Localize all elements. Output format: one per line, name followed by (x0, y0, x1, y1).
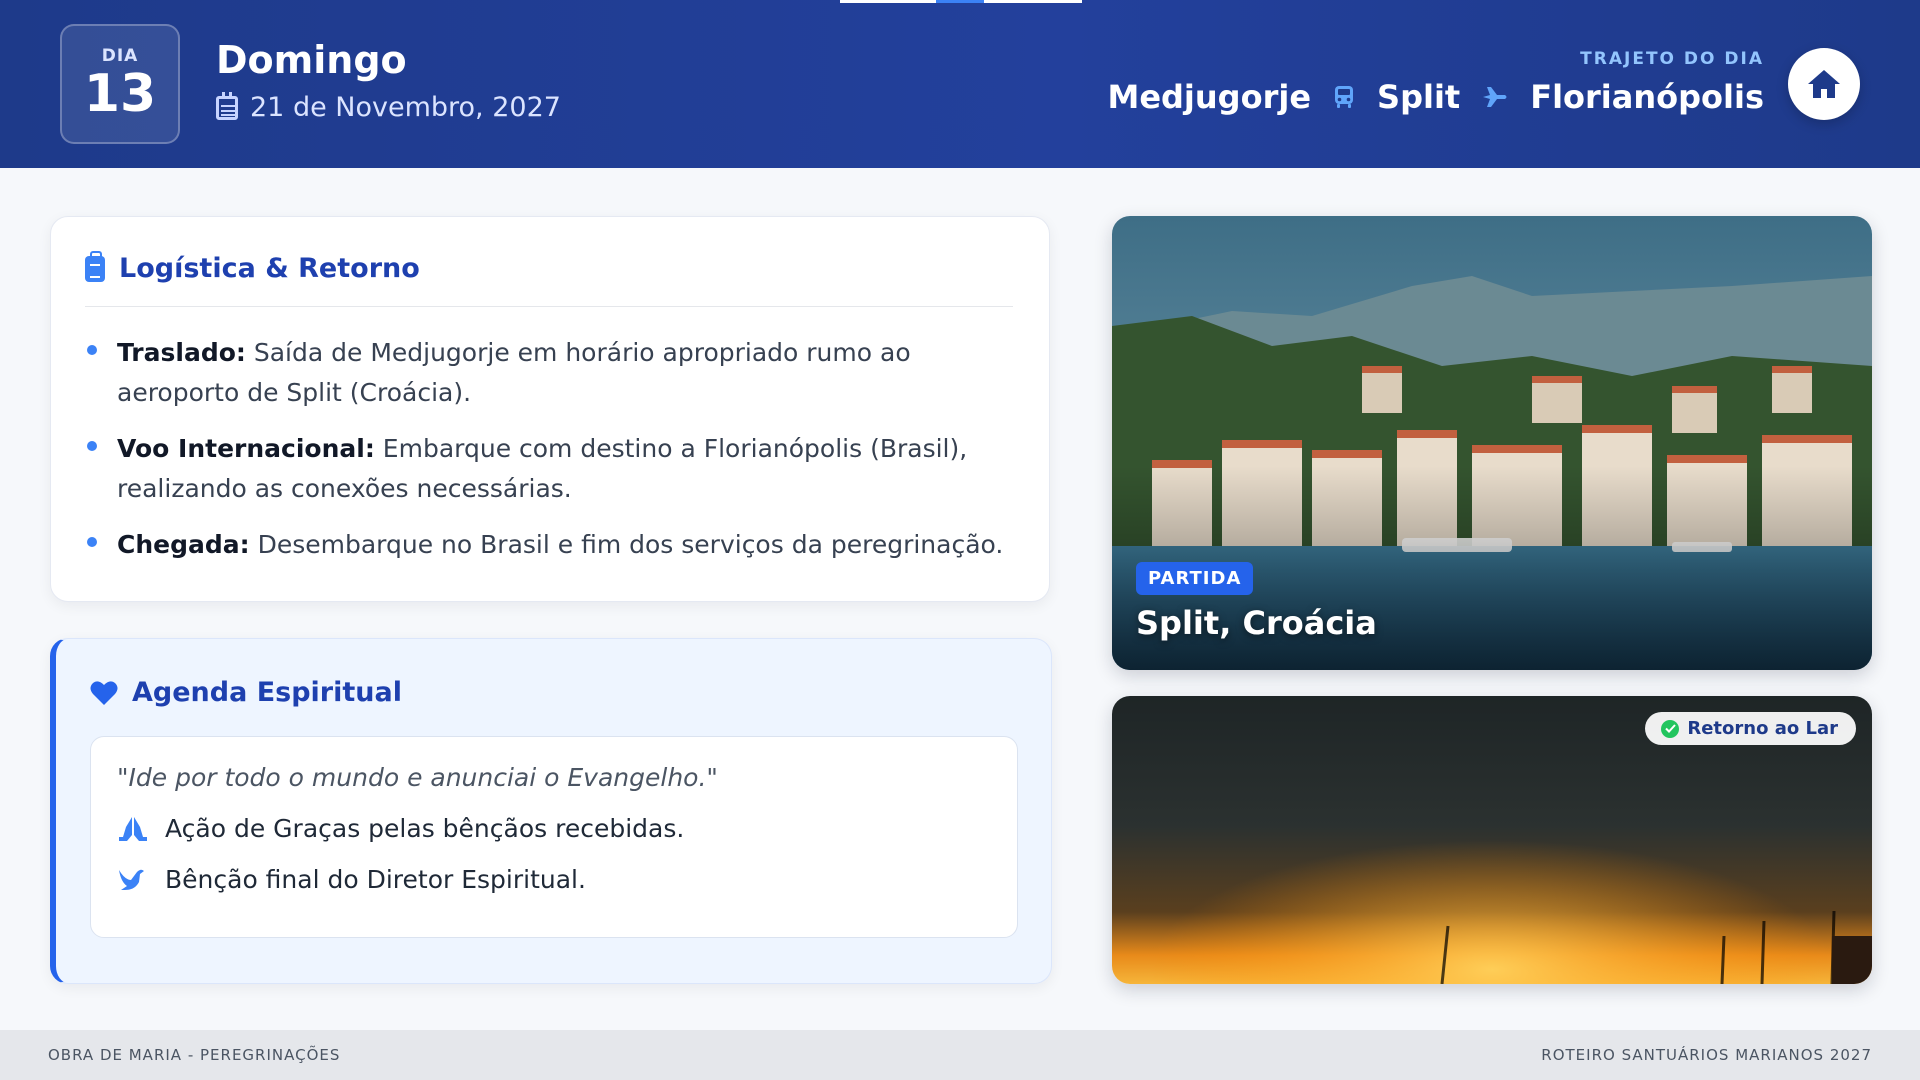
logistics-card: Logística & Retorno Traslado: Saída de M… (50, 216, 1050, 602)
home-icon (1808, 70, 1840, 98)
agenda-item-text: Ação de Graças pelas bênçãos recebidas. (165, 814, 685, 843)
agenda-title: Agenda Espiritual (90, 677, 1015, 708)
logistics-list: Traslado: Saída de Medjugorje em horário… (85, 333, 1013, 565)
scripture-quote: "Ide por todo o mundo e anunciai o Evang… (117, 763, 718, 792)
agenda-box: "Ide por todo o mundo e anunciai o Evang… (90, 736, 1018, 938)
day-header: DIA 13 Domingo 21 de Novembro, 2027 TRAJ… (0, 0, 1920, 168)
luggage-icon (85, 250, 105, 282)
plane-icon (1482, 85, 1508, 109)
split-photo-card: PARTIDA Split, Croácia (1112, 216, 1872, 670)
item-text: Desembarque no Brasil e fim dos serviços… (257, 530, 1004, 559)
list-item: Voo Internacional: Embarque com destino … (85, 429, 1013, 509)
item-label: Voo Internacional: (117, 434, 375, 463)
agenda-card: Agenda Espiritual "Ide por todo o mundo … (50, 638, 1052, 984)
day-badge: DIA 13 (60, 24, 180, 144)
day-number: 13 (83, 64, 157, 124)
status-text: Retorno ao Lar (1687, 718, 1838, 739)
check-circle-icon (1661, 719, 1680, 738)
route-from: Medjugorje (1107, 78, 1312, 116)
agenda-item-text: Bênção final do Diretor Espiritual. (165, 865, 586, 894)
agenda-item: Ação de Graças pelas bênçãos recebidas. (117, 814, 991, 843)
departure-badge: PARTIDA (1136, 562, 1254, 595)
agenda-item: Bênção final do Diretor Espiritual. (117, 865, 991, 894)
footer: OBRA DE MARIA - PEREGRINAÇÕES ROTEIRO SA… (0, 1030, 1920, 1080)
agenda-title-text: Agenda Espiritual (132, 677, 402, 708)
route: Medjugorje Split Florianópolis (1107, 78, 1764, 116)
route-label: TRAJETO DO DIA (1580, 49, 1764, 69)
list-item: Traslado: Saída de Medjugorje em horário… (85, 333, 1013, 413)
item-label: Traslado: (117, 338, 246, 367)
date-text: 21 de Novembro, 2027 (250, 92, 561, 123)
progress-indicator (840, 0, 1082, 3)
item-label: Chegada: (117, 530, 250, 559)
footer-left: OBRA DE MARIA - PEREGRINAÇÕES (48, 1046, 341, 1064)
day-name: Domingo (216, 38, 407, 82)
bus-icon (1333, 85, 1355, 109)
logistics-title: Logística & Retorno (85, 250, 1013, 307)
footer-right: ROTEIRO SANTUÁRIOS MARIANOS 2027 (1541, 1046, 1872, 1064)
heart-icon (90, 680, 118, 705)
praying-hands-icon (117, 815, 149, 843)
day-date: 21 de Novembro, 2027 (216, 91, 561, 123)
calendar-icon (216, 91, 238, 120)
dove-icon (117, 866, 149, 894)
split-city-image (1112, 216, 1872, 670)
day-label: DIA (101, 46, 139, 66)
route-to: Florianópolis (1530, 78, 1764, 116)
logistics-title-text: Logística & Retorno (119, 253, 420, 284)
photo-title: Split, Croácia (1136, 604, 1377, 642)
home-button[interactable] (1788, 48, 1860, 120)
return-home-badge: Retorno ao Lar (1645, 712, 1856, 745)
sunset-photo-card: Retorno ao Lar (1112, 696, 1872, 984)
route-via: Split (1377, 78, 1461, 116)
list-item: Chegada: Desembarque no Brasil e fim dos… (85, 525, 1013, 565)
